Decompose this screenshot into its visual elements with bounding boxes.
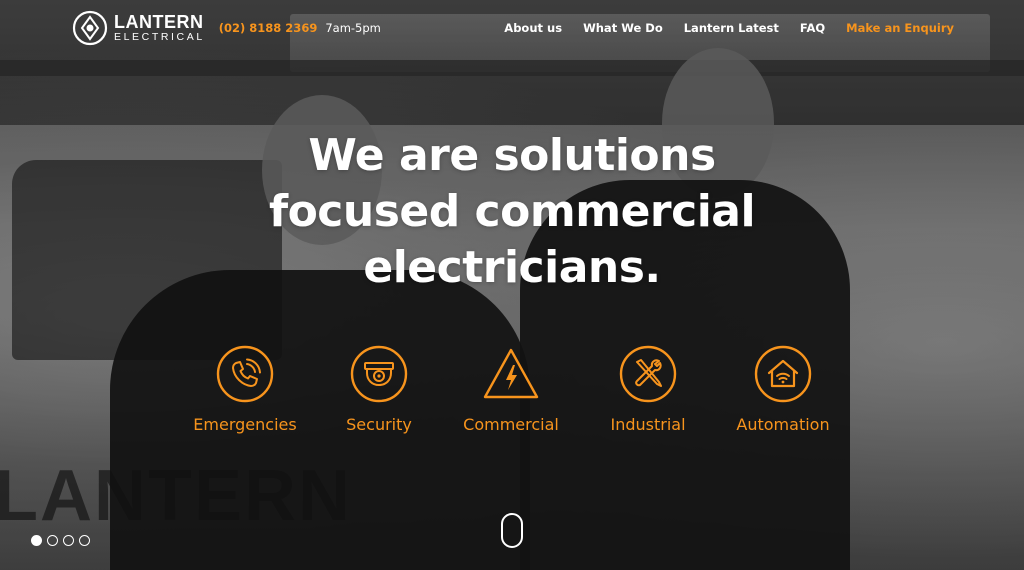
service-security[interactable]: Security (309, 345, 449, 434)
service-automation[interactable]: Automation (713, 345, 853, 434)
smart-home-icon (754, 345, 812, 403)
nav-lantern-latest[interactable]: Lantern Latest (684, 21, 779, 35)
service-label: Commercial (463, 415, 559, 434)
logo-text: LANTERN ELECTRICAL (114, 13, 205, 43)
services-row: Emergencies Security Commercial Industri… (0, 345, 1024, 445)
nav-what-we-do[interactable]: What We Do (583, 21, 663, 35)
logo-link[interactable]: LANTERN ELECTRICAL (72, 10, 205, 46)
service-industrial[interactable]: Industrial (578, 345, 718, 434)
site-header: LANTERN ELECTRICAL (02) 8188 2369 7am-5p… (0, 0, 1024, 56)
hero-headline: We are solutions focused commercial elec… (0, 128, 1024, 296)
service-label: Automation (736, 415, 830, 434)
brand-subtitle: ELECTRICAL (114, 31, 205, 44)
service-emergencies[interactable]: Emergencies (175, 345, 315, 434)
scroll-down-icon[interactable] (501, 513, 523, 548)
lantern-logo-icon (72, 10, 108, 46)
carousel-dot-4[interactable] (79, 535, 90, 546)
phone-ringing-icon (216, 345, 274, 403)
security-camera-icon (350, 345, 408, 403)
tools-icon (619, 345, 677, 403)
service-label: Security (346, 415, 412, 434)
warning-lightning-icon (483, 348, 539, 399)
nav-make-an-enquiry[interactable]: Make an Enquiry (846, 21, 954, 35)
main-nav: About us What We Do Lantern Latest FAQ M… (504, 21, 954, 35)
service-label: Industrial (610, 415, 686, 434)
carousel-dot-3[interactable] (63, 535, 74, 546)
hero-line-1: We are solutions (308, 130, 716, 181)
carousel-dots (31, 535, 90, 546)
hero-line-3: electricians. (363, 242, 661, 293)
phone-link[interactable]: (02) 8188 2369 (219, 21, 318, 35)
nav-about-us[interactable]: About us (504, 21, 562, 35)
carousel-dot-1[interactable] (31, 535, 42, 546)
contact-info: (02) 8188 2369 7am-5pm (219, 21, 381, 35)
brand-name: LANTERN (114, 12, 204, 33)
carousel-dot-2[interactable] (47, 535, 58, 546)
nav-faq[interactable]: FAQ (800, 21, 825, 35)
service-commercial[interactable]: Commercial (441, 345, 581, 434)
service-label: Emergencies (193, 415, 297, 434)
business-hours: 7am-5pm (325, 21, 381, 35)
hero-line-2: focused commercial (268, 186, 756, 237)
